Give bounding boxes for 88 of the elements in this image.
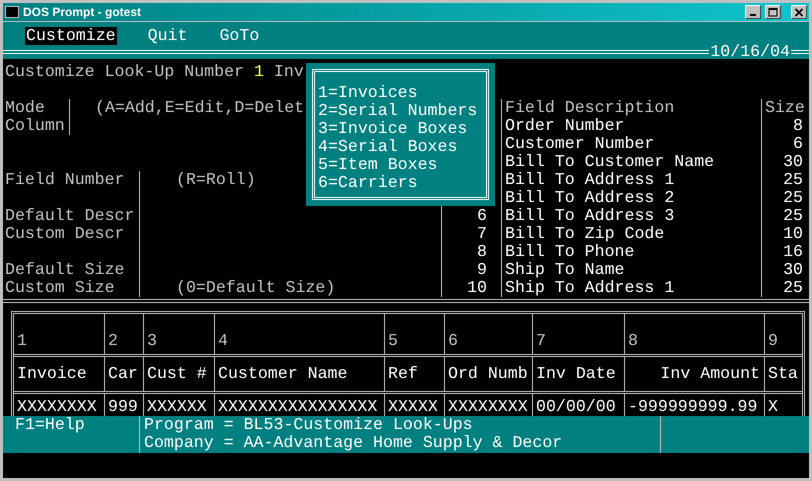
column-heading: Inv Date [536, 365, 616, 383]
field-description: Ship To Name [505, 260, 624, 279]
column-number: 1 [17, 332, 27, 350]
popup-option[interactable]: 5=Item Boxes [318, 156, 486, 174]
sample-value: -999999999.99 [628, 398, 758, 416]
menu-item[interactable]: GoTo [218, 27, 260, 45]
field-size: 25 [783, 189, 803, 207]
field-size: 25 [783, 279, 803, 297]
hint-text: (R=Roll) [175, 171, 256, 189]
minimize-icon [750, 14, 756, 16]
close-icon [794, 8, 804, 16]
field-size: 10 [783, 225, 803, 243]
hint-text: (0=Default Size) [175, 279, 336, 297]
field-size: 25 [783, 171, 803, 189]
status-text: Company = AA-Advantage Home Supply & Decor [144, 434, 564, 452]
field-size: 30 [783, 153, 803, 171]
sample-value: XXXXX [388, 398, 438, 416]
column-heading: Inv Amount [660, 365, 760, 383]
sample-value: XXXXXXXX [17, 398, 97, 416]
maximize-icon [768, 8, 778, 16]
status-text: Program = BL53-Customize Look-Ups [144, 416, 474, 434]
column-number: 3 [147, 332, 157, 350]
column-heading: Sta [768, 365, 798, 383]
field-size: 16 [783, 243, 803, 261]
field-description: Bill To Address 2 [505, 188, 674, 207]
row-number: 8 [477, 243, 487, 261]
minimize-button[interactable] [745, 5, 761, 19]
field-description: Ship To Address 1 [505, 278, 674, 297]
menu-item[interactable]: Customize [25, 27, 117, 45]
column-number: 2 [108, 332, 118, 350]
column-number: 4 [218, 332, 228, 350]
close-button[interactable] [791, 5, 807, 19]
column-heading: Customer Name [218, 365, 348, 383]
sample-value: XXXXXXXX [448, 398, 528, 416]
maximize-button[interactable] [765, 5, 781, 19]
column-number: 5 [388, 332, 398, 350]
date-text: 10/16/04 [709, 45, 791, 59]
field-label: Default Size [5, 260, 124, 279]
row-number: 6 [477, 207, 487, 225]
lookup-name: Inv [272, 62, 304, 81]
sample-value: 999 [108, 398, 138, 416]
field-label: Custom Descr [5, 224, 124, 243]
column-heading: Ord Numb [448, 365, 528, 383]
console-icon [5, 6, 19, 18]
popup-option[interactable]: 6=Carriers [318, 174, 486, 192]
column-number: 6 [448, 332, 458, 350]
field-label: Mode [5, 98, 45, 117]
field-label: Field Number [5, 170, 124, 189]
field-label: Default Descr [5, 206, 134, 225]
field-description: Customer Number [505, 134, 654, 153]
column-number: 7 [536, 332, 546, 350]
popup-option[interactable]: 2=Serial Numbers [318, 102, 486, 120]
popup-option[interactable]: 4=Serial Boxes [318, 138, 486, 156]
column-number: 9 [768, 332, 778, 350]
field-description: Bill To Customer Name [505, 152, 714, 171]
column-heading: Cust # [147, 365, 207, 383]
prompt-label: Customize Look-Up Number [5, 62, 245, 81]
popup-option[interactable]: 3=Invoice Boxes [318, 120, 486, 138]
popup-option[interactable]: 1=Invoices [318, 84, 486, 102]
row-number: 9 [477, 261, 487, 279]
field-size: 30 [783, 261, 803, 279]
field-description: Bill To Zip Code [505, 224, 664, 243]
menu-item[interactable]: Quit [146, 27, 188, 45]
sample-value: X [768, 398, 778, 416]
field-description: Bill To Address 3 [505, 206, 674, 225]
column-heading: Car [108, 365, 138, 383]
field-description: Bill To Address 1 [505, 170, 674, 189]
field-size: 6 [793, 135, 803, 153]
field-description: Bill To Phone [505, 242, 634, 261]
column-header: Field Description [505, 98, 674, 117]
help-hint: F1=Help [15, 415, 85, 434]
lookup-number: 1 [254, 62, 264, 81]
sample-value: 00/00/00 [536, 398, 616, 416]
column-number: 8 [628, 332, 638, 350]
window-title: DOS Prompt - gotest [23, 4, 142, 21]
column-heading: Invoice [17, 365, 87, 383]
sample-value: XXXXXXXXXXXXXXXX [218, 398, 378, 416]
field-label: Custom Size [5, 278, 115, 297]
field-description: Order Number [505, 116, 624, 135]
row-number: 10 [467, 279, 487, 297]
field-size: 25 [783, 207, 803, 225]
hint-text: (A=Add,E=Edit,D=Delet [94, 99, 304, 117]
field-label: Column [5, 116, 65, 135]
column-header: Size [765, 98, 805, 117]
column-heading: Ref [388, 365, 418, 383]
row-number: 7 [477, 225, 487, 243]
field-size: 8 [793, 117, 803, 135]
sample-value: XXXXXX [147, 398, 207, 416]
